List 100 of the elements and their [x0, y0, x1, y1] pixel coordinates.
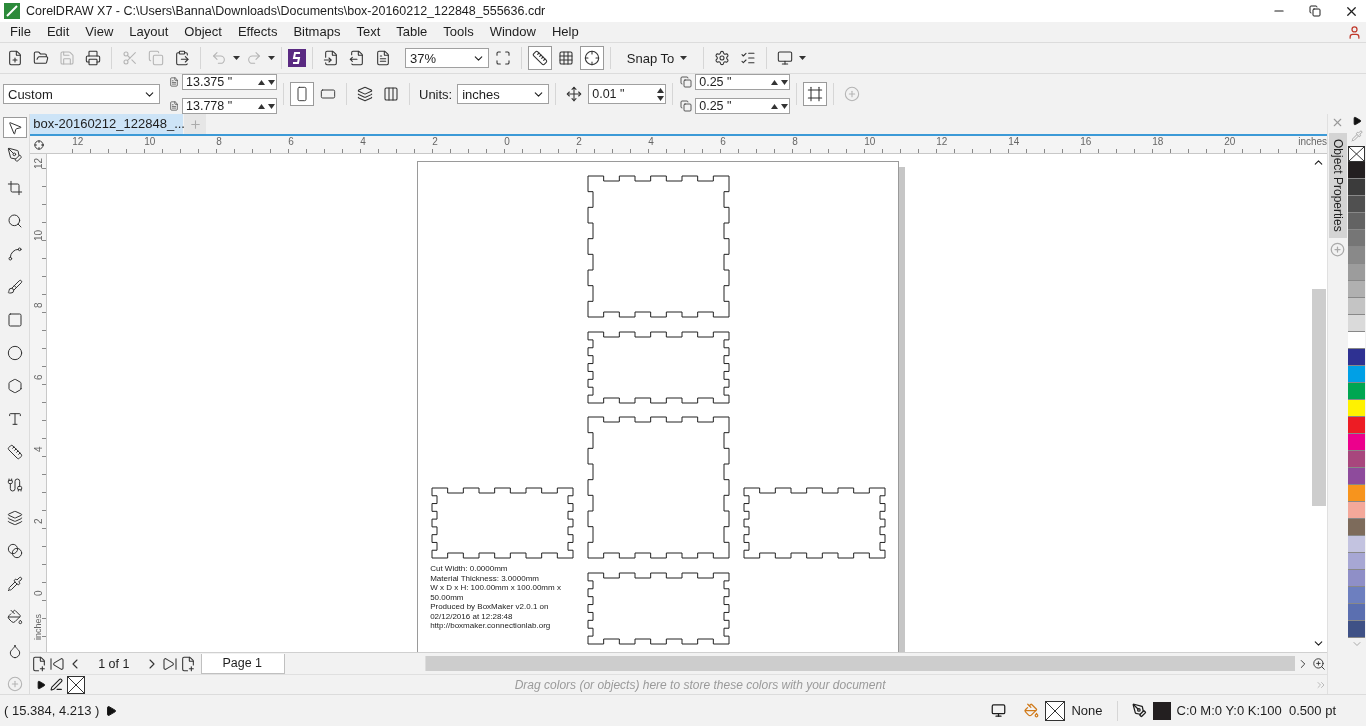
color-swatch[interactable]	[1348, 587, 1366, 604]
spin-buttons[interactable]	[257, 102, 276, 110]
rulers-icon[interactable]	[528, 46, 552, 70]
color-swatch[interactable]	[1348, 281, 1366, 298]
menu-item[interactable]: Help	[543, 22, 587, 42]
caret-icon[interactable]	[799, 56, 806, 60]
ruler-number: 10	[32, 230, 44, 244]
menu-item[interactable]: Table	[388, 22, 436, 42]
color-swatch[interactable]	[1348, 451, 1366, 468]
ruler-unit: inches	[33, 614, 44, 640]
color-swatch[interactable]	[1348, 502, 1366, 519]
caret-icon[interactable]	[233, 56, 240, 60]
color-swatch[interactable]	[1348, 298, 1366, 315]
no-color-swatch[interactable]	[1348, 146, 1366, 162]
color-proof-icon[interactable]	[991, 703, 1007, 718]
ruler-number: 12	[72, 136, 85, 149]
color-swatch[interactable]	[1348, 536, 1366, 553]
snap-to-dropdown[interactable]: Snap To	[617, 46, 697, 70]
restore-icon[interactable]	[1309, 5, 1321, 17]
color-swatch[interactable]	[1348, 162, 1366, 179]
no-color-swatch[interactable]	[67, 675, 86, 694]
app-launcher-icon[interactable]	[288, 49, 306, 67]
menu-item[interactable]: Text	[348, 22, 389, 42]
color-swatch[interactable]	[1348, 213, 1366, 230]
color-swatch[interactable]	[1348, 196, 1366, 213]
page-counter: 1 of 1	[97, 656, 131, 671]
ruler-number: 6	[32, 374, 44, 382]
color-swatch[interactable]	[1348, 468, 1366, 485]
ruler-number: 10	[864, 136, 877, 149]
ruler-number: 4	[648, 136, 655, 149]
color-swatch[interactable]	[1348, 553, 1366, 570]
scrollbar-thumb[interactable]	[1311, 289, 1326, 506]
color-swatch[interactable]	[1348, 332, 1366, 349]
nudge-distance-field[interactable]: 0.01 "	[588, 84, 667, 104]
menu-item[interactable]: Object	[176, 22, 230, 42]
caret-icon[interactable]	[680, 56, 688, 60]
color-swatch[interactable]	[1348, 621, 1366, 638]
color-swatch[interactable]	[1348, 519, 1366, 536]
zoom-level-dropdown[interactable]: 37%	[405, 48, 489, 68]
page-tab[interactable]: Page 1	[201, 653, 286, 674]
docker-tab[interactable]: Object Properties	[1328, 133, 1347, 238]
menu-item[interactable]: View	[77, 22, 122, 42]
color-swatch[interactable]	[1348, 485, 1366, 502]
ruler-number: 6	[288, 136, 295, 149]
portrait-orientation-icon[interactable]	[290, 82, 314, 106]
color-swatch[interactable]	[1348, 400, 1366, 417]
spin-buttons[interactable]	[770, 102, 790, 110]
play-icon[interactable]	[105, 704, 118, 717]
units-dropdown[interactable]: inches	[457, 84, 550, 104]
page-height-field[interactable]: 13.778 "	[182, 98, 277, 114]
annotation-text: http://boxmaker.connectionlab.org	[430, 621, 551, 631]
color-swatch[interactable]	[1348, 349, 1366, 366]
ruler-number: 18	[1152, 136, 1165, 149]
outline-color-chip	[1152, 701, 1171, 720]
page-width-field[interactable]: 13.375 "	[182, 74, 277, 90]
menu-item[interactable]: Tools	[435, 22, 482, 42]
fill-icon	[1024, 703, 1040, 718]
color-swatch[interactable]	[1348, 230, 1366, 247]
window-title: CorelDRAW X7 - C:\Users\Banna\Downloads\Documents\box-20160212_122848_555636.cdr	[26, 4, 547, 18]
annotation-text: Cut Width: 0.0000mm	[430, 564, 508, 574]
color-swatch[interactable]	[1348, 383, 1366, 400]
palette-menu-icon[interactable]	[1351, 116, 1362, 126]
spin-buttons[interactable]	[656, 86, 666, 102]
color-swatch[interactable]	[1348, 417, 1366, 434]
caret-icon[interactable]	[268, 56, 275, 60]
spin-buttons[interactable]	[257, 78, 276, 86]
menu-item[interactable]: Layout	[121, 22, 177, 42]
spin-buttons[interactable]	[770, 78, 790, 86]
color-swatch[interactable]	[1348, 604, 1366, 621]
color-swatch[interactable]	[1348, 247, 1366, 264]
ruler-number: 8	[216, 136, 223, 149]
outline-status: C:0 M:0 Y:0 K:100 0.500 pt	[1176, 703, 1336, 718]
pick-tool-icon[interactable]	[2, 117, 27, 139]
annotation-text: W x D x H: 100.00mm x 100.00mm x 50.00mm	[430, 583, 562, 602]
color-swatch[interactable]	[1348, 366, 1366, 383]
no-fill-swatch	[1045, 700, 1066, 721]
guidelines-icon[interactable]	[580, 46, 604, 70]
cursor-coordinates: ( 15.384, 4.213 )	[4, 703, 100, 718]
document-tab[interactable]: box-20160212_122848_...	[30, 114, 184, 134]
color-swatch[interactable]	[1348, 315, 1366, 332]
page-preset-dropdown[interactable]: Custom	[3, 84, 160, 104]
page-frame-icon[interactable]	[803, 82, 828, 106]
ruler-number: 2	[32, 518, 44, 526]
ruler-number: 0	[504, 136, 511, 149]
duplicate-x-field[interactable]: 0.25 "	[695, 74, 791, 90]
color-swatch[interactable]	[1348, 264, 1366, 281]
menu-item[interactable]: Window	[481, 22, 544, 42]
horizontal-scrollbar[interactable]	[425, 656, 1296, 671]
expand-icon[interactable]	[36, 679, 47, 690]
ruler-number: 16	[1080, 136, 1093, 149]
color-swatch[interactable]	[1348, 179, 1366, 196]
ruler-number: 4	[360, 136, 367, 149]
duplicate-y-field[interactable]: 0.25 "	[695, 98, 791, 114]
menu-item[interactable]: Bitmaps	[285, 22, 349, 42]
color-swatch[interactable]	[1348, 434, 1366, 451]
menu-item[interactable]: Effects	[229, 22, 286, 42]
menu-item[interactable]: Edit	[38, 22, 78, 42]
color-swatch[interactable]	[1348, 570, 1366, 587]
menu-item[interactable]: File	[2, 22, 39, 42]
ruler-number: 4	[32, 446, 44, 454]
